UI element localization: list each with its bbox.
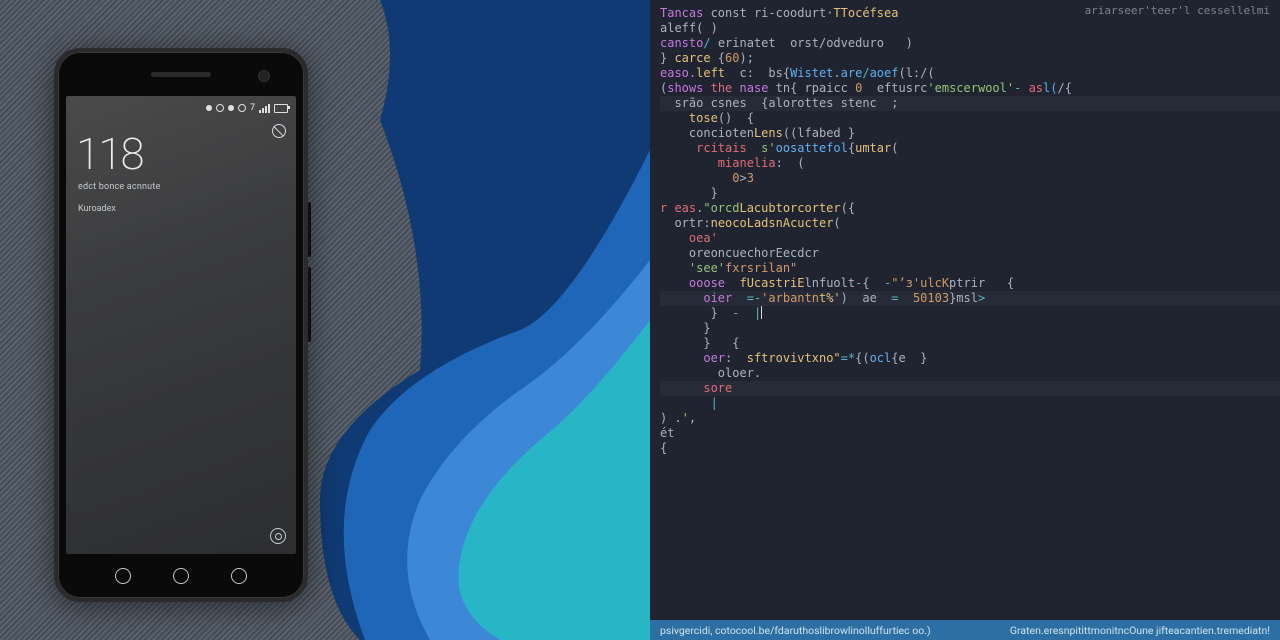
- code-editor[interactable]: Tancas const ri-coodurt·TTocéfseaaleff( …: [650, 0, 1280, 620]
- text-cursor: [761, 306, 762, 319]
- android-status-bar: 7: [66, 96, 296, 118]
- code-editor-pane: ariarseer'teer'l cessellelmi Tancas cons…: [650, 0, 1280, 640]
- code-line[interactable]: }: [660, 186, 1280, 201]
- code-line[interactable]: }: [660, 321, 1280, 336]
- device-screen[interactable]: 7 118 edct bonce acnnute Kuroadex: [66, 96, 296, 554]
- code-line[interactable]: (shows the nase tn{ rpaicc 0 eftusrc'ems…: [660, 81, 1280, 96]
- lockscreen-date: edct bonce acnnute: [78, 182, 160, 192]
- code-line[interactable]: 0>3: [660, 171, 1280, 186]
- battery-icon: [274, 104, 288, 113]
- code-line[interactable]: oloer.: [660, 366, 1280, 381]
- volume-button: [308, 202, 311, 257]
- code-line[interactable]: ) .',: [660, 411, 1280, 426]
- code-line[interactable]: aleff( ): [660, 21, 1280, 36]
- code-line[interactable]: oea': [660, 231, 1280, 246]
- code-line[interactable]: cansto/ erinatet orst/odveduro ): [660, 36, 1280, 51]
- status-dot-outline-icon: [238, 104, 246, 112]
- code-line[interactable]: rcitais s'oosattefol{umtar(: [660, 141, 1280, 156]
- nav-home-button[interactable]: [173, 568, 189, 584]
- code-line[interactable]: } carce {60);: [660, 51, 1280, 66]
- camera-shortcut-icon[interactable]: [270, 528, 286, 544]
- code-line[interactable]: |: [660, 396, 1280, 411]
- device-frame: 7 118 edct bonce acnnute Kuroadex: [54, 48, 308, 602]
- code-line[interactable]: mianelia: (: [660, 156, 1280, 171]
- code-line[interactable]: srão csnes {alorottes stenc ;: [660, 96, 1280, 111]
- code-line[interactable]: easo.left c: bs{Wistet.are/aoef(l:/(: [660, 66, 1280, 81]
- lockscreen-clock: 118: [76, 128, 143, 180]
- code-line[interactable]: r eas."orcdLacubtorcorter({: [660, 201, 1280, 216]
- code-line[interactable]: 'see'fxrsrilan": [660, 261, 1280, 276]
- status-left[interactable]: psivgercidi, cotocool.be/fdaruthoslibrow…: [660, 624, 931, 637]
- code-line[interactable]: } {: [660, 336, 1280, 351]
- status-dot-outline-icon: [216, 104, 224, 112]
- emulator-pane: 7 118 edct bonce acnnute Kuroadex: [0, 0, 650, 640]
- code-line[interactable]: ooose fUcastriElnfuolt-{ -"’з'ulcKptrir …: [660, 276, 1280, 291]
- code-line[interactable]: oier =-'arbantnt%') ae = 50103}msl>: [660, 291, 1280, 306]
- ide-status-bar[interactable]: psivgercidi, cotocool.be/fdaruthoslibrow…: [650, 620, 1280, 640]
- do-not-disturb-icon: [269, 121, 289, 141]
- code-line[interactable]: sore: [660, 381, 1280, 396]
- status-dot-icon: [228, 105, 234, 111]
- code-line[interactable]: oer: sftrovivtxno"=*{(ocl{e }: [660, 351, 1280, 366]
- nav-back-button[interactable]: [115, 568, 131, 584]
- front-camera-icon: [258, 70, 270, 82]
- code-line[interactable]: ortr:neocoLadsnAcucter(: [660, 216, 1280, 231]
- signal-strength-icon: [259, 104, 270, 113]
- status-dot-icon: [206, 105, 212, 111]
- power-button: [308, 267, 311, 342]
- android-nav-bar: [66, 560, 296, 592]
- nav-recents-button[interactable]: [231, 568, 247, 584]
- code-line[interactable]: Tancas const ri-coodurt·TTocéfsea: [660, 6, 1280, 21]
- status-right[interactable]: Graten.eresnpitittmonitncOune jifteacant…: [1010, 624, 1270, 637]
- code-line[interactable]: oreoncuechorEecdcr: [660, 246, 1280, 261]
- code-line[interactable]: conciotenLens((lfabed }: [660, 126, 1280, 141]
- code-line[interactable]: {: [660, 441, 1280, 456]
- code-line[interactable]: ét: [660, 426, 1280, 441]
- code-line[interactable]: } - |: [660, 306, 1280, 321]
- network-label: 7: [250, 103, 255, 113]
- lockscreen-notification[interactable]: Kuroadex: [78, 204, 116, 214]
- code-line[interactable]: tose() {: [660, 111, 1280, 126]
